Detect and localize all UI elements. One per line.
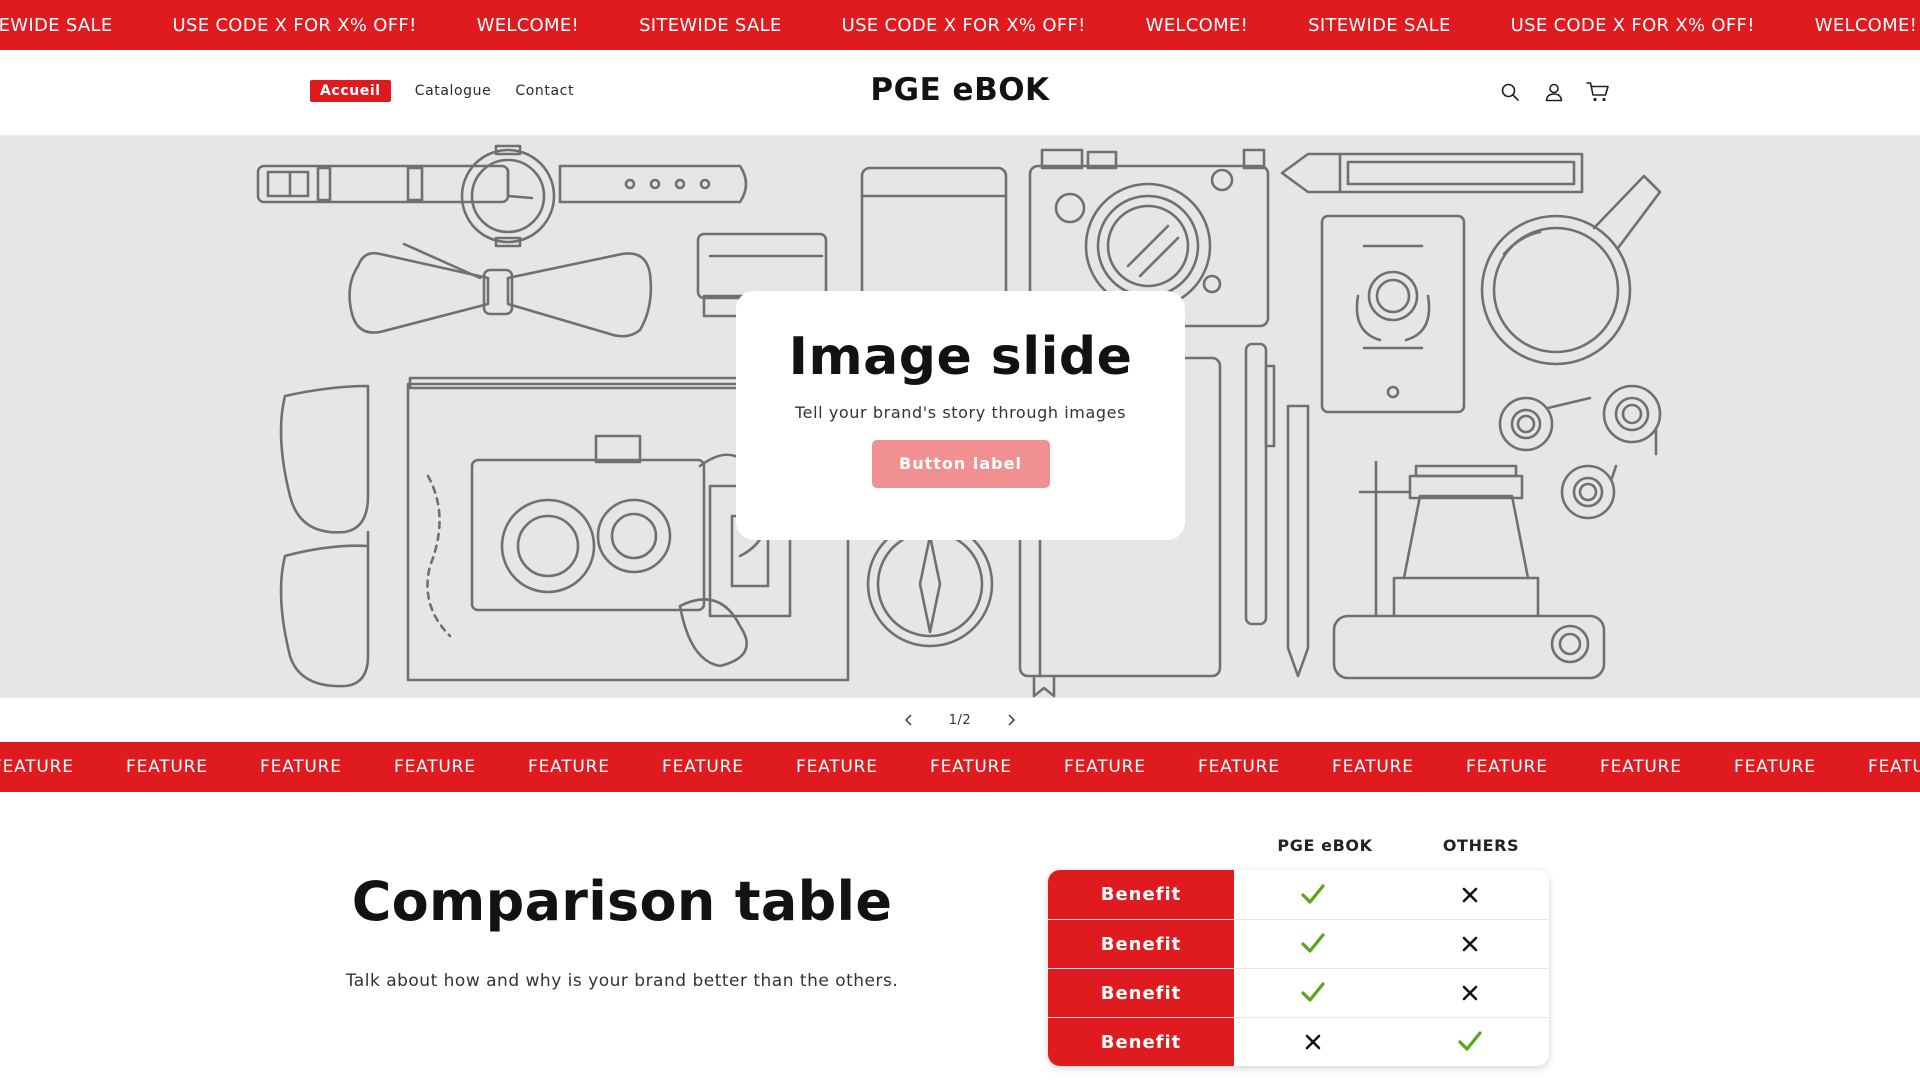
feature-item: FEATURE [1198, 757, 1280, 777]
slide-button[interactable]: Button label [871, 440, 1050, 488]
header-icons [1497, 79, 1611, 105]
announcement-item: USE CODE X FOR X% OFF! [1510, 14, 1755, 36]
cart-icon[interactable] [1585, 79, 1611, 105]
search-icon[interactable] [1497, 79, 1523, 105]
cross-icon [1392, 870, 1550, 919]
comparison-row-label: Benefit [1048, 920, 1234, 968]
comparison-row: Benefit [1048, 919, 1549, 968]
comparison-row-label: Benefit [1048, 870, 1234, 919]
feature-item: FEATURE [1734, 757, 1816, 777]
feature-item: FEATURE [662, 757, 744, 777]
next-slide-button[interactable] [997, 706, 1025, 734]
feature-item: FEATURE [260, 757, 342, 777]
comparison-row-label: Benefit [1048, 1018, 1234, 1066]
slide-heading: Image slide [788, 327, 1133, 387]
comparison-table: Benefit Benefit Benefit Benefit [1048, 870, 1549, 1066]
feature-item: FEATURE [1600, 757, 1682, 777]
announcement-item: SITEWIDE SALE [0, 14, 113, 36]
feature-item: FEATURE [1064, 757, 1146, 777]
check-icon [1392, 1018, 1550, 1066]
comparison-intro: Comparison table Talk about how and why … [300, 870, 944, 991]
previous-slide-button[interactable] [895, 706, 923, 734]
feature-item: FEATURE [796, 757, 878, 777]
brand-logo[interactable]: PGE eBOK [0, 72, 1920, 108]
slide-content-card: Image slide Tell your brand's story thro… [736, 291, 1185, 540]
account-icon[interactable] [1541, 79, 1567, 105]
announcement-item: USE CODE X FOR X% OFF! [841, 14, 1086, 36]
check-icon [1234, 920, 1392, 968]
announcement-item: WELCOME! [1814, 14, 1918, 36]
announcement-item: SITEWIDE SALE [1308, 14, 1451, 36]
announcement-item: SITEWIDE SALE [639, 14, 782, 36]
comparison-row: Benefit [1048, 968, 1549, 1017]
comparison-description: Talk about how and why is your brand bet… [345, 971, 899, 991]
feature-item: FEATURE [1332, 757, 1414, 777]
announcement-item: WELCOME! [1145, 14, 1249, 36]
column-header-others: OTHERS [1442, 836, 1520, 855]
feature-item: FEATURE [394, 757, 476, 777]
slide-counter: 1/2 [948, 712, 972, 728]
feature-item: FEATURE [0, 757, 74, 777]
site-header: Accueil Catalogue Contact PGE eBOK [0, 50, 1920, 136]
image-slideshow: Image slide Tell your brand's story thro… [0, 136, 1920, 698]
feature-item: FEATURE [126, 757, 208, 777]
column-header-brand: PGE eBOK [1277, 836, 1373, 855]
slider-controls: 1/2 [0, 698, 1920, 742]
cross-icon [1392, 920, 1550, 968]
announcement-bar: SITEWIDE SALE USE CODE X FOR X% OFF! WELCO… [0, 0, 1920, 50]
cross-icon [1234, 1018, 1392, 1066]
chevron-left-icon [904, 714, 912, 726]
announcement-marquee: SITEWIDE SALE USE CODE X FOR X% OFF! WELCO… [0, 0, 1920, 50]
comparison-row-label: Benefit [1048, 969, 1234, 1017]
feature-item: FEATURE [528, 757, 610, 777]
feature-item: FEATURE [930, 757, 1012, 777]
slide-text: Tell your brand's story through images [794, 403, 1127, 422]
feature-marquee-bar: FEATURE FEATURE FEATURE FEATURE FEATURE FEATU… [0, 742, 1920, 792]
cross-icon [1392, 969, 1550, 1017]
announcement-item: USE CODE X FOR X% OFF! [172, 14, 417, 36]
check-icon [1234, 870, 1392, 919]
chevron-right-icon [1008, 714, 1016, 726]
check-icon [1234, 969, 1392, 1017]
comparison-title: Comparison table [351, 870, 893, 933]
feature-item: FEATURE [1868, 757, 1920, 777]
feature-marquee: FEATURE FEATURE FEATURE FEATURE FEATURE FEATU… [0, 742, 1920, 792]
announcement-item: WELCOME! [476, 14, 580, 36]
feature-item: FEATURE [1466, 757, 1548, 777]
comparison-row: Benefit [1048, 1017, 1549, 1066]
comparison-row: Benefit [1048, 870, 1549, 919]
